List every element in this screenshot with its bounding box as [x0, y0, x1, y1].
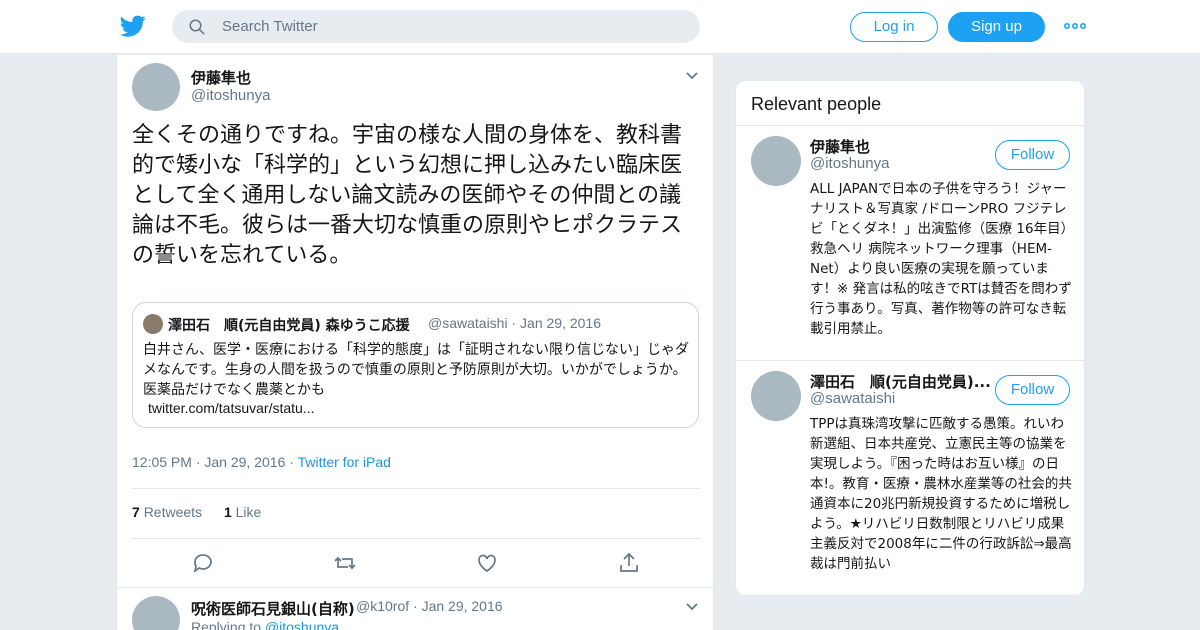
replying-to-mention[interactable]: @itoshunya	[265, 619, 339, 630]
twitter-logo-icon[interactable]	[120, 13, 146, 39]
divider	[132, 538, 700, 539]
tweet-metadata: 12:05 PM · Jan 29, 2016 · Twitter for iP…	[132, 454, 391, 470]
more-options-icon[interactable]	[1064, 18, 1086, 34]
person-handle[interactable]: @sawataishi	[810, 390, 895, 407]
tweet-column: 伊藤隼也 @itoshunya 全くその通りですね。宇宙の様な人間の身体を、教科…	[116, 55, 714, 630]
avatar[interactable]	[751, 371, 801, 421]
person-handle[interactable]: @itoshunya	[810, 155, 889, 172]
top-navigation-bar: Search Twitter Log in Sign up	[0, 0, 1200, 54]
reply-author-handle[interactable]: @k10rof	[356, 598, 409, 614]
retweets-stat[interactable]: 7 Retweets	[132, 504, 202, 520]
likes-label: Like	[235, 504, 262, 520]
tweet-stats: 7 Retweets 1 Like	[132, 504, 261, 520]
person-bio: ALL JAPANで日本の子供を守ろう！ジャーナリスト＆写真家 /ドローンPRO…	[810, 181, 1075, 337]
reply-author-meta: @k10rof · Jan 29, 2016	[356, 598, 503, 614]
relevant-people-panel: Relevant people 伊藤隼也 @itoshunya Follow A…	[735, 80, 1085, 596]
retweet-icon[interactable]	[333, 551, 357, 575]
chevron-down-icon[interactable]	[685, 602, 699, 612]
avatar[interactable]	[132, 63, 180, 111]
share-icon[interactable]	[617, 551, 641, 575]
reply-icon[interactable]	[191, 551, 215, 575]
reply-avatar[interactable]	[132, 596, 180, 630]
quoted-author-name: 澤田石 順(元自由党員) 森ゆうこ応援	[168, 318, 410, 334]
quoted-author-handle: @sawataishi	[428, 315, 508, 331]
avatar[interactable]	[751, 136, 801, 186]
replying-to: Replying to @itoshunya	[191, 619, 339, 630]
likes-stat[interactable]: 1 Like	[224, 504, 261, 520]
quoted-link[interactable]: twitter.com/tatsuvar/statu...	[148, 400, 315, 416]
person-bio: TPPは真珠湾攻撃に匹敵する愚策。れいわ新選組、日本共産党、立憲民主等の協業を実…	[810, 416, 1072, 572]
quoted-text: 白井さん、医学・医療における「科学的態度」は「証明されない限り信じない」じゃダメ…	[143, 342, 689, 398]
search-bar[interactable]: Search Twitter	[172, 10, 700, 43]
replying-to-label: Replying to	[191, 619, 262, 630]
quoted-author-meta: @sawataishi · Jan 29, 2016	[428, 315, 601, 331]
likes-count: 1	[223, 504, 232, 520]
quoted-date: Jan 29, 2016	[520, 315, 601, 331]
login-button[interactable]: Log in	[850, 12, 938, 42]
person-name[interactable]: 澤田石 順(元自由党員)...	[810, 371, 991, 392]
divider	[117, 587, 713, 588]
heart-icon[interactable]	[475, 551, 499, 575]
chevron-down-icon[interactable]	[685, 71, 699, 81]
person-name[interactable]: 伊藤隼也	[810, 136, 870, 157]
tweet-date[interactable]: Jan 29, 2016	[204, 454, 285, 470]
signup-button[interactable]: Sign up	[948, 12, 1045, 42]
follow-button[interactable]: Follow	[995, 140, 1070, 170]
tweet-text: 全くその通りですね。宇宙の様な人間の身体を、教科書的で矮小な「科学的」という幻想…	[132, 123, 683, 268]
follow-button[interactable]: Follow	[995, 375, 1070, 405]
search-input[interactable]: Search Twitter	[222, 18, 318, 35]
reply-date[interactable]: Jan 29, 2016	[422, 598, 503, 614]
divider	[736, 125, 1084, 126]
tweet-source[interactable]: Twitter for iPad	[298, 454, 391, 470]
search-icon	[189, 19, 205, 35]
divider	[736, 63, 1084, 64]
tweet-author-name[interactable]: 伊藤隼也	[191, 67, 251, 88]
quoted-avatar	[143, 314, 163, 334]
reply-author-name[interactable]: 呪術医師石見銀山(自称)	[191, 598, 355, 619]
tweet-author-handle[interactable]: @itoshunya	[191, 87, 270, 104]
quoted-tweet[interactable]: 澤田石 順(元自由党員) 森ゆうこ応援 @sawataishi · Jan 29…	[132, 302, 699, 428]
retweets-label: Retweets	[143, 504, 203, 520]
relevant-people-title: Relevant people	[751, 94, 882, 114]
tweet-time[interactable]: 12:05 PM	[132, 454, 192, 470]
divider	[132, 488, 700, 489]
retweets-count: 7	[132, 504, 140, 520]
divider	[736, 360, 1084, 361]
